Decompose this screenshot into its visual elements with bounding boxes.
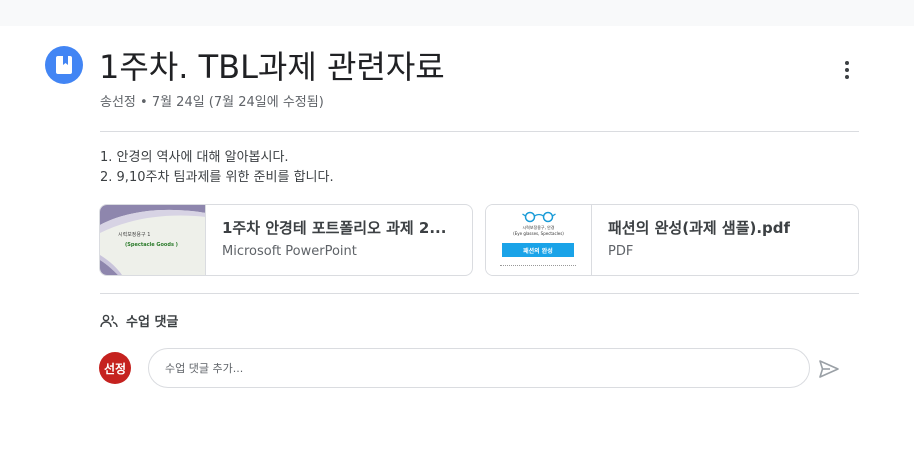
post-description: 1. 안경의 역사에 대해 알아봅시다. 2. 9,10주차 팀과제를 위한 준… (100, 148, 334, 188)
attachment-type: Microsoft PowerPoint (222, 244, 357, 259)
people-icon (100, 314, 118, 327)
class-comments-header: 수업 댓글 (100, 311, 178, 330)
attachment-card-powerpoint[interactable]: 시력보정용구 1 (Spectacle Goods ) 1주차 안경테 포트폴리… (99, 204, 473, 276)
send-button[interactable] (816, 356, 842, 382)
glasses-icon (522, 211, 556, 223)
more-options-button[interactable] (832, 55, 862, 85)
comment-input[interactable] (148, 348, 810, 388)
thumbnail-subtitle: (Spectacle Goods ) (125, 242, 178, 248)
description-line: 1. 안경의 역사에 대해 알아봅시다. (100, 150, 289, 165)
thumbnail-banner: 패션의 완성 (502, 243, 574, 257)
divider (100, 293, 859, 294)
class-comments-label: 수업 댓글 (126, 315, 179, 330)
description-line: 2. 9,10주차 팀과제를 위한 준비를 합니다. (100, 170, 334, 185)
attachment-thumbnail: 시력보정용구, 안경 (Eye glasses, Spectacles) 패션의… (486, 205, 592, 275)
thumbnail-title: 시력보정용구 1 (118, 232, 151, 238)
top-bar-area (0, 0, 914, 26)
divider (100, 131, 859, 132)
attachment-title: 1주차 안경테 포트폴리오 과제 2... (222, 219, 447, 237)
attachment-type: PDF (608, 244, 634, 259)
post-meta: 송선정 • 7월 24일 (7월 24일에 수정됨) (100, 95, 324, 110)
avatar: 선정 (99, 352, 131, 384)
assignment-material-icon (45, 46, 83, 84)
send-icon (819, 360, 839, 378)
attachment-title: 패션의 완성(과제 샘플).pdf (608, 219, 791, 237)
page-title: 1주차. TBL과제 관련자료 (99, 48, 445, 86)
more-vert-icon (845, 61, 849, 65)
attachment-card-pdf[interactable]: 시력보정용구, 안경 (Eye glasses, Spectacles) 패션의… (485, 204, 859, 276)
more-vert-icon-dot (845, 68, 849, 72)
attachment-thumbnail: 시력보정용구 1 (Spectacle Goods ) (100, 205, 206, 275)
thumbnail-line: (Eye glasses, Spectacles) (513, 231, 564, 236)
more-vert-icon-dot (845, 75, 849, 79)
